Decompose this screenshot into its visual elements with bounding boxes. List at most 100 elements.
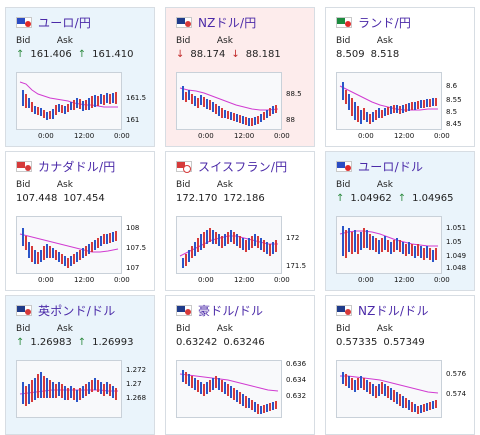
bid-label: Bid — [16, 36, 31, 46]
y-tick-label: 108 — [126, 224, 140, 232]
y-tick-label: 161 — [126, 116, 140, 124]
fx-tile-nzdjpy[interactable]: NZドル/円 Bid Ask ↓ 88.174 ↓ 88.181 88.5 88… — [165, 7, 315, 147]
pair-title[interactable]: カナダドル/円 — [38, 158, 115, 175]
tile-header: ユーロ/円 — [16, 14, 91, 30]
candles — [182, 86, 277, 126]
tile-header: NZドル/円 — [176, 14, 256, 30]
x-tick-label: 0:00 — [274, 132, 290, 140]
x-tick-label: 0:00 — [434, 132, 450, 140]
tile-header: ユーロ/ドル — [336, 158, 423, 174]
ask-price: 172.186 — [223, 193, 265, 204]
pair-title[interactable]: ユーロ/ドル — [358, 158, 423, 175]
x-tick-label: 12:00 — [74, 276, 95, 284]
au-flag-icon — [176, 304, 192, 316]
fx-tile-chfjpy[interactable]: スイスフラン/円 Bid Ask 172.170 172.186 172 171… — [165, 151, 315, 291]
bid-price: 172.170 — [176, 193, 218, 204]
tile-header: カナダドル/円 — [16, 158, 115, 174]
y-tick-label: 1.051 — [446, 224, 467, 232]
mini-chart[interactable]: 108 107.5 107 0:00 12:00 0:00 — [16, 216, 146, 288]
bid-price: 0.63242 — [176, 337, 218, 348]
y-tick-label: 172 — [286, 234, 300, 242]
prices: ↓ 88.174 ↓ 88.181 — [176, 49, 281, 60]
x-tick-label: 0:00 — [38, 276, 54, 284]
mini-chart[interactable]: 1.272 1.27 1.268 — [16, 360, 146, 432]
bid-price: 107.448 — [16, 193, 58, 204]
mini-chart[interactable]: 0.576 0.574 — [336, 360, 466, 432]
y-tick-label: 1.05 — [446, 238, 462, 246]
ch-flag-icon — [176, 160, 192, 173]
tile-header: 豪ドル/ドル — [176, 302, 263, 318]
ask-price: 107.454 — [63, 193, 105, 204]
pair-title[interactable]: NZドル/ドル — [358, 302, 429, 319]
mini-chart[interactable]: 1.051 1.05 1.049 1.048 0:00 12:00 0:00 — [336, 216, 466, 288]
ca-flag-icon — [16, 160, 32, 172]
pair-title[interactable]: NZドル/円 — [198, 14, 256, 31]
x-tick-label: 0:00 — [274, 276, 290, 284]
fx-tile-audusd[interactable]: 豪ドル/ドル Bid Ask 0.63242 0.63246 0.636 0.6… — [165, 295, 315, 435]
fx-tile-gbpusd[interactable]: 英ポンド/ドル Bid Ask ↑ 1.26983 ↑ 1.26993 1.27… — [5, 295, 155, 435]
x-tick-label: 0:00 — [358, 276, 374, 284]
candles-svg — [339, 82, 438, 124]
pair-title[interactable]: ユーロ/円 — [38, 14, 91, 31]
tile-header: ランド/円 — [336, 14, 411, 30]
fx-tile-eurusd[interactable]: ユーロ/ドル Bid Ask ↑ 1.04962 ↑ 1.04965 1.051… — [325, 151, 475, 291]
za-flag-icon — [336, 16, 352, 28]
pair-title[interactable]: 英ポンド/ドル — [38, 302, 115, 319]
ask-label: Ask — [56, 36, 73, 46]
bid-price: 161.406 — [30, 49, 72, 60]
up-arrow-icon: ↑ — [77, 49, 87, 60]
bid-price: 1.04962 — [350, 193, 392, 204]
prices: 8.509 8.518 — [336, 49, 399, 60]
ask-price: 1.26993 — [92, 337, 134, 348]
ask-price: 88.181 — [245, 49, 281, 60]
eu-flag-icon — [336, 160, 352, 172]
x-tick-label: 0:00 — [198, 132, 214, 140]
fx-tile-eurjpy[interactable]: ユーロ/円 Bid Ask ↑ 161.406 ↑ 161.410 161.5 … — [5, 7, 155, 147]
up-arrow-icon: ↑ — [397, 193, 407, 204]
pair-title[interactable]: ランド/円 — [358, 14, 411, 31]
y-tick-label: 0.574 — [446, 390, 467, 398]
fx-tile-zarjpy[interactable]: ランド/円 Bid Ask 8.509 8.518 8.6 8.55 8.5 8… — [325, 7, 475, 147]
y-tick-label: 88.5 — [286, 90, 302, 98]
fx-tile-cadjpy[interactable]: カナダドル/円 Bid Ask 107.448 107.454 108 107.… — [5, 151, 155, 291]
mini-chart[interactable]: 8.6 8.55 8.5 8.45 0:00 12:00 0:00 — [336, 72, 466, 144]
y-tick-label: 1.27 — [126, 380, 142, 388]
pair-title[interactable]: スイスフラン/円 — [198, 158, 287, 175]
y-tick-label: 8.55 — [446, 96, 462, 104]
down-arrow-icon: ↓ — [231, 49, 240, 60]
prices: 0.57335 0.57349 — [336, 337, 425, 348]
y-tick-label: 0.634 — [286, 376, 307, 384]
bid-label: Bid — [16, 324, 31, 334]
mini-chart[interactable]: 88.5 88 0:00 12:00 0:00 — [176, 72, 306, 144]
y-tick-label: 0.632 — [286, 392, 307, 400]
bid-ask-labels: Bid Ask — [176, 324, 255, 334]
pair-title[interactable]: 豪ドル/ドル — [198, 302, 263, 319]
candles-svg — [179, 370, 279, 414]
bid-price: 8.509 — [336, 49, 365, 60]
bid-ask-labels: Bid Ask — [336, 324, 415, 334]
ask-label: Ask — [216, 324, 233, 334]
eu-flag-icon — [16, 16, 32, 28]
up-arrow-icon: ↑ — [336, 193, 345, 204]
x-tick-label: 0:00 — [114, 132, 130, 140]
y-tick-label: 161.5 — [126, 94, 147, 102]
candles-svg — [19, 372, 118, 406]
bid-price: 1.26983 — [30, 337, 72, 348]
x-tick-label: 12:00 — [74, 132, 95, 140]
ask-price: 161.410 — [92, 49, 134, 60]
fx-tile-nzdusd[interactable]: NZドル/ドル Bid Ask 0.57335 0.57349 0.576 0.… — [325, 295, 475, 435]
bid-label: Bid — [176, 324, 191, 334]
prices: ↑ 1.04962 ↑ 1.04965 — [336, 193, 454, 204]
x-tick-label: 0:00 — [114, 276, 130, 284]
x-tick-label: 0:00 — [434, 276, 450, 284]
y-tick-label: 171.5 — [286, 262, 307, 270]
mini-chart[interactable]: 161.5 161 0:00 12:00 0:00 — [16, 72, 146, 144]
x-tick-label: 12:00 — [394, 132, 415, 140]
candles-svg — [339, 226, 438, 262]
candles-svg — [179, 228, 278, 268]
mini-chart[interactable]: 172 171.5 0:00 12:00 0:00 — [176, 216, 306, 288]
y-tick-label: 8.6 — [446, 82, 458, 90]
up-arrow-icon: ↑ — [77, 337, 87, 348]
mini-chart[interactable]: 0.636 0.634 0.632 — [176, 360, 306, 432]
y-tick-label: 107.5 — [126, 244, 147, 252]
